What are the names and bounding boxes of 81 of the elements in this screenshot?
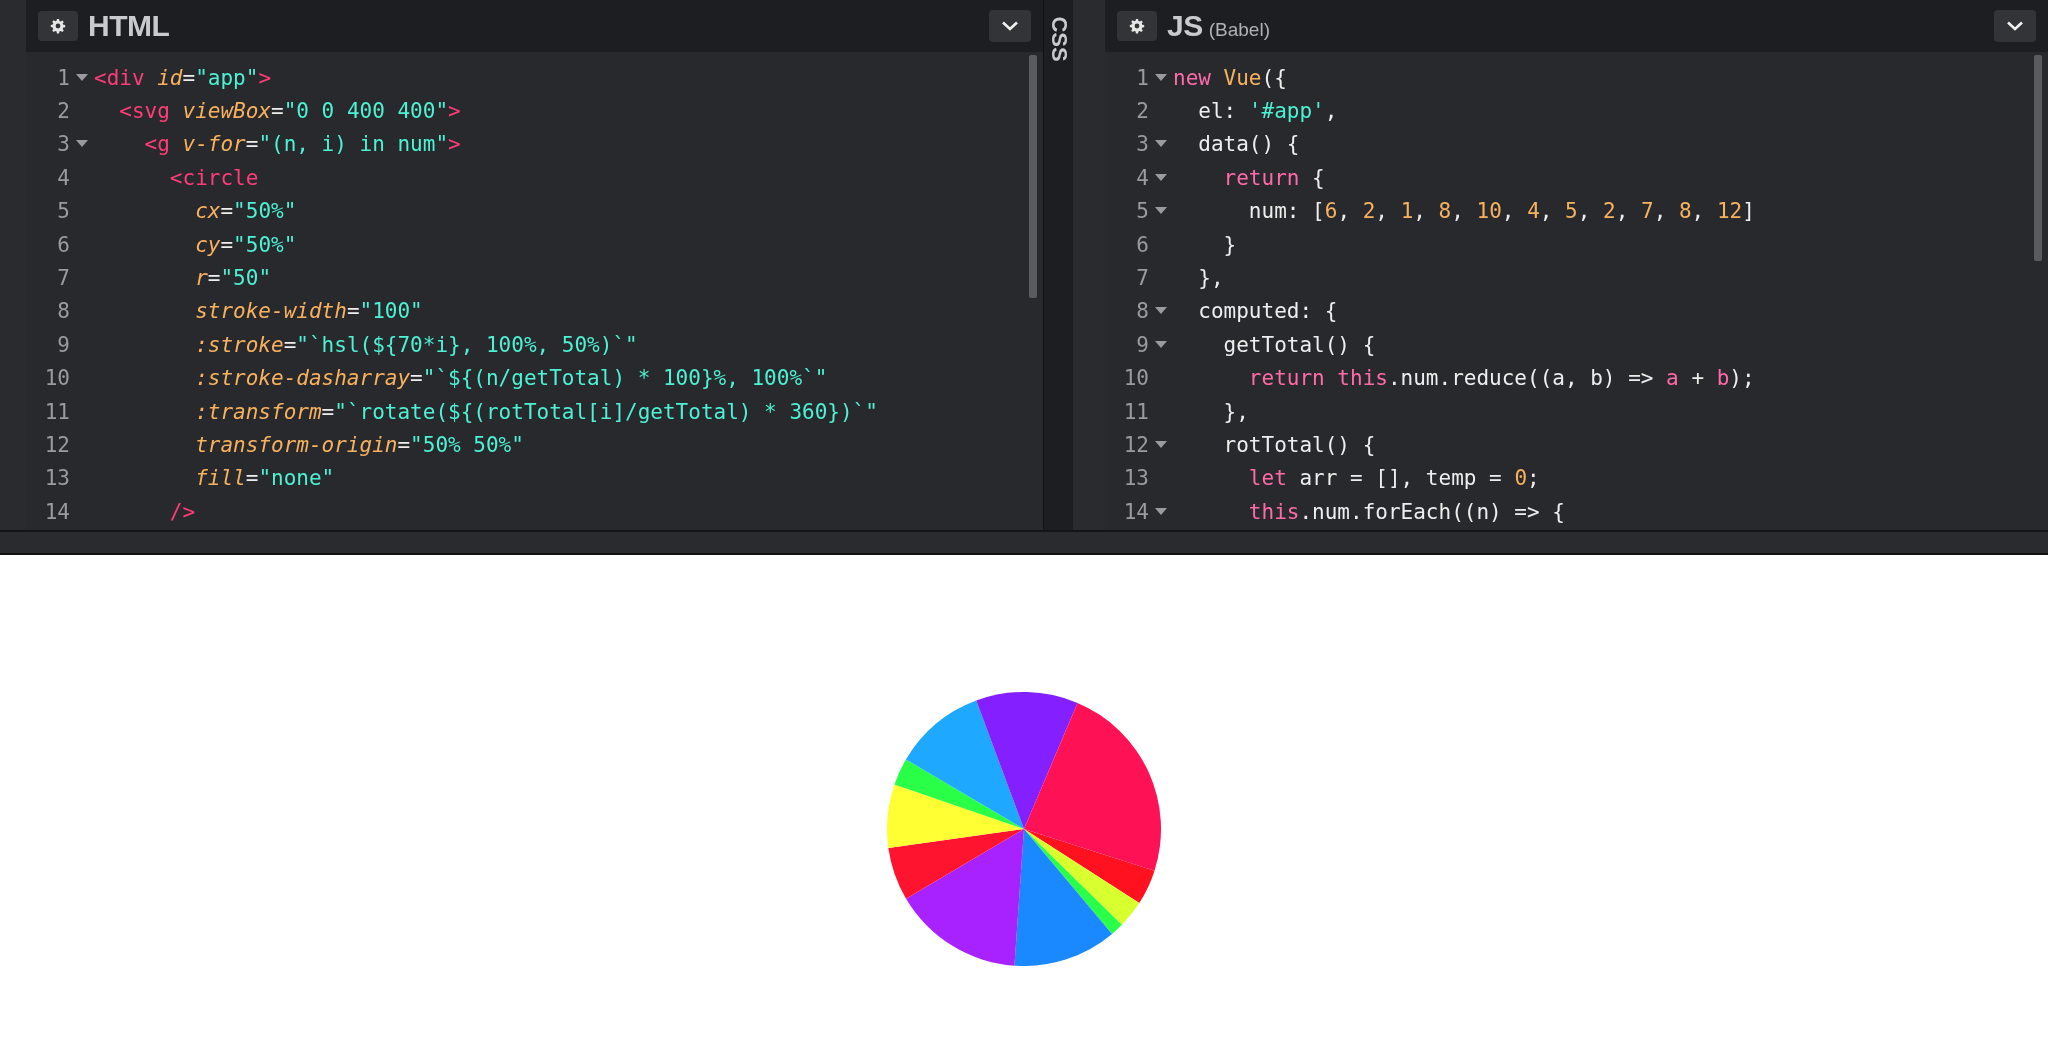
line-number: 6 [56,232,70,257]
code-line: return this.num.reduce((a, b) => a + b); [1247,366,1755,391]
code-line: :transform="`rotate(${(rotTotal[i]/getTotal) * 360})`" [194,399,878,424]
code-line: /> [168,499,196,524]
line-number: 8 [56,299,70,324]
code-line: r="50" [194,266,272,291]
line-number: 11 [1122,399,1149,424]
scrollbar-thumb[interactable] [1029,55,1037,298]
pane-title: CSS [1045,16,1072,62]
code-line: return { [1222,165,1325,190]
fold-arrow-icon[interactable] [1155,173,1167,182]
code-line: <g v-for="(n, i) in num"> [143,132,461,157]
collapsed-panel[interactable]: CSS [1043,0,1073,530]
fold-arrow-icon[interactable] [1155,340,1167,349]
pane-title: JS [1167,9,1203,43]
code-line: new Vue({ [1173,65,1287,90]
line-number: 9 [56,332,70,357]
fold-arrow-icon[interactable] [76,140,88,149]
code-line: }, [1222,399,1249,424]
line-number: 9 [1135,332,1149,357]
line-number: 1 [1135,65,1149,90]
line-number: 14 [1122,499,1149,524]
code-line: this.num.forEach((n) => { [1247,499,1565,524]
code-line: num: [6, 2, 1, 8, 10, 4, 5, 2, 7, 8, 12] [1247,199,1755,224]
line-number: 13 [1122,466,1149,491]
line-number: 12 [43,433,70,457]
code-line: <svg viewBox="0 0 400 400"> [118,99,461,124]
line-number: 14 [43,499,70,524]
chevron-down-icon [1001,20,1019,32]
scrollbar-thumb[interactable] [2034,55,2042,261]
settings-button[interactable] [1117,11,1157,41]
code-line: :stroke="`hsl(${70*i}, 100%, 50%)`" [194,332,638,357]
settings-icon [1129,18,1145,34]
code-line: cx="50%" [194,199,297,224]
line-number: 1 [56,65,70,90]
line-number: 12 [1122,433,1149,457]
code-line: getTotal() { [1222,332,1376,357]
chevron-down-icon [2006,20,2024,32]
line-number: 3 [56,132,70,157]
line-number: 4 [1135,165,1149,190]
fold-arrow-icon[interactable] [1155,507,1167,516]
code-line: <div id="app"> [94,65,272,90]
fold-arrow-icon[interactable] [1155,307,1167,316]
line-number: 11 [43,399,70,424]
code-line: :stroke-dasharray="`${(n/getTotal) * 100}%, 100%`" [194,366,828,391]
code-line: stroke-width="100" [194,299,423,324]
line-number: 7 [56,266,70,291]
code-line: let arr = [], temp = 0; [1247,466,1540,491]
line-number: 10 [1122,366,1149,391]
code-line: transform-origin="50% 50%" [194,433,524,457]
code-line: <circle [168,165,259,190]
line-number: 8 [1135,299,1149,324]
line-number: 7 [1135,266,1149,291]
line-number: 10 [43,366,70,391]
fold-arrow-icon[interactable] [1155,140,1167,149]
line-number: 13 [43,466,70,491]
line-number: 3 [1135,132,1149,157]
code-line: el: '#app', [1197,99,1338,124]
settings-icon [50,18,66,34]
code-line: cy="50%" [194,232,297,257]
dropdown-button[interactable] [1994,10,2036,42]
code-line: } [1222,232,1237,257]
line-number: 6 [1135,232,1149,257]
code-line: computed: { [1197,299,1338,324]
code-line: rotTotal() { [1222,433,1376,457]
fold-arrow-icon[interactable] [76,73,88,82]
settings-button[interactable] [38,11,78,41]
line-number: 5 [56,199,70,224]
code-line: fill="none" [194,466,335,491]
line-number: 5 [1135,199,1149,224]
code-line: }, [1197,266,1224,291]
fold-arrow-icon[interactable] [1155,73,1167,82]
line-number: 2 [56,99,70,124]
line-number: 2 [1135,99,1149,124]
code-line: data() { [1197,132,1300,157]
dropdown-button[interactable] [989,10,1031,42]
fold-arrow-icon[interactable] [1155,441,1167,449]
pane-title: HTML [88,9,170,43]
pane-subtitle: (Babel) [1208,18,1270,41]
fold-arrow-icon[interactable] [1155,207,1167,216]
line-number: 4 [56,165,70,190]
